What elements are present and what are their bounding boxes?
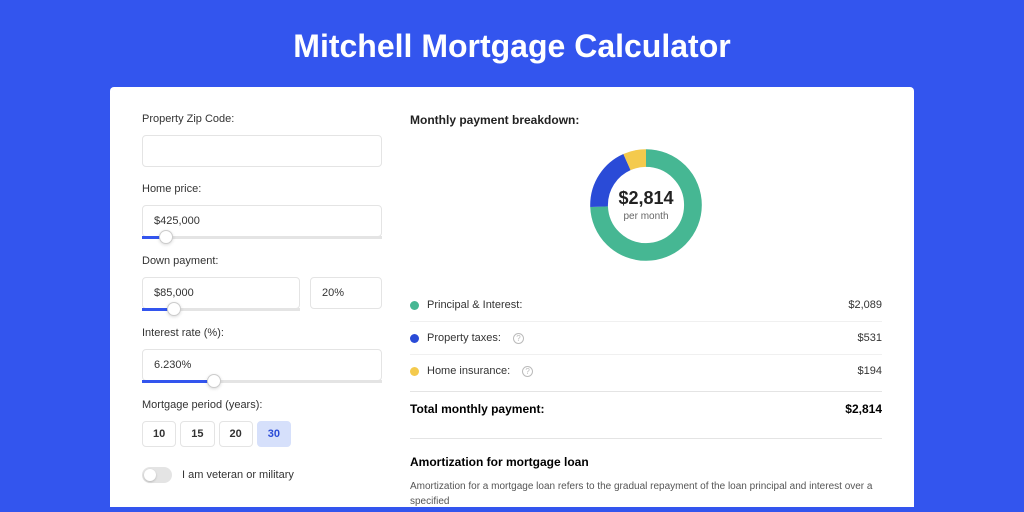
donut-amount: $2,814: [618, 188, 673, 209]
breakdown-value: $2,089: [848, 299, 882, 311]
breakdown-label: Property taxes:: [427, 332, 501, 344]
total-row: Total monthly payment: $2,814: [410, 391, 882, 434]
down-field: Down payment:: [142, 255, 382, 311]
breakdown-label: Home insurance:: [427, 365, 510, 377]
donut-center: $2,814 per month: [584, 143, 708, 267]
page-title: Mitchell Mortgage Calculator: [0, 0, 1024, 87]
legend-dot: [410, 367, 419, 376]
veteran-toggle[interactable]: [142, 467, 172, 483]
legend-dot: [410, 301, 419, 310]
breakdown-title: Monthly payment breakdown:: [410, 113, 882, 127]
veteran-row: I am veteran or military: [142, 467, 382, 483]
down-percent-input[interactable]: [310, 277, 382, 309]
breakdown-row: Property taxes:? $531: [410, 322, 882, 355]
form-column: Property Zip Code: Home price: Down paym…: [142, 113, 382, 507]
breakdown-value: $194: [858, 365, 882, 377]
zip-field: Property Zip Code:: [142, 113, 382, 167]
term-field: Mortgage period (years): 10152030: [142, 399, 382, 447]
rate-slider[interactable]: [142, 380, 382, 383]
rate-label: Interest rate (%):: [142, 327, 382, 339]
amortization-title: Amortization for mortgage loan: [410, 455, 882, 469]
info-icon[interactable]: ?: [513, 333, 524, 344]
donut-sub: per month: [623, 211, 668, 222]
down-slider-thumb[interactable]: [167, 302, 181, 316]
breakdown-value: $531: [858, 332, 882, 344]
donut-chart: $2,814 per month: [584, 143, 708, 267]
calculator-card: Property Zip Code: Home price: Down paym…: [110, 87, 914, 507]
rate-slider-thumb[interactable]: [207, 374, 221, 388]
price-label: Home price:: [142, 183, 382, 195]
price-field: Home price:: [142, 183, 382, 239]
term-label: Mortgage period (years):: [142, 399, 382, 411]
total-label: Total monthly payment:: [410, 402, 544, 416]
amortization-text: Amortization for a mortgage loan refers …: [410, 479, 882, 507]
term-button-15[interactable]: 15: [180, 421, 214, 447]
breakdown-column: Monthly payment breakdown: $2,814 per mo…: [410, 113, 882, 507]
total-value: $2,814: [845, 402, 882, 416]
zip-input[interactable]: [142, 135, 382, 167]
zip-label: Property Zip Code:: [142, 113, 382, 125]
toggle-knob: [144, 469, 156, 481]
price-input[interactable]: [142, 205, 382, 237]
breakdown-row: Principal & Interest: $2,089: [410, 289, 882, 322]
price-slider-thumb[interactable]: [159, 230, 173, 244]
veteran-label: I am veteran or military: [182, 469, 294, 481]
term-button-10[interactable]: 10: [142, 421, 176, 447]
down-slider[interactable]: [142, 308, 300, 311]
rate-field: Interest rate (%):: [142, 327, 382, 383]
term-button-20[interactable]: 20: [219, 421, 253, 447]
breakdown-label: Principal & Interest:: [427, 299, 522, 311]
price-slider[interactable]: [142, 236, 382, 239]
breakdown-row: Home insurance:? $194: [410, 355, 882, 387]
rate-input[interactable]: [142, 349, 382, 381]
down-label: Down payment:: [142, 255, 382, 267]
amortization-section: Amortization for mortgage loan Amortizat…: [410, 438, 882, 507]
info-icon[interactable]: ?: [522, 366, 533, 377]
legend-dot: [410, 334, 419, 343]
down-amount-input[interactable]: [142, 277, 300, 309]
term-button-30[interactable]: 30: [257, 421, 291, 447]
donut-chart-wrap: $2,814 per month: [410, 143, 882, 267]
breakdown-list: Principal & Interest: $2,089 Property taxe…: [410, 289, 882, 387]
